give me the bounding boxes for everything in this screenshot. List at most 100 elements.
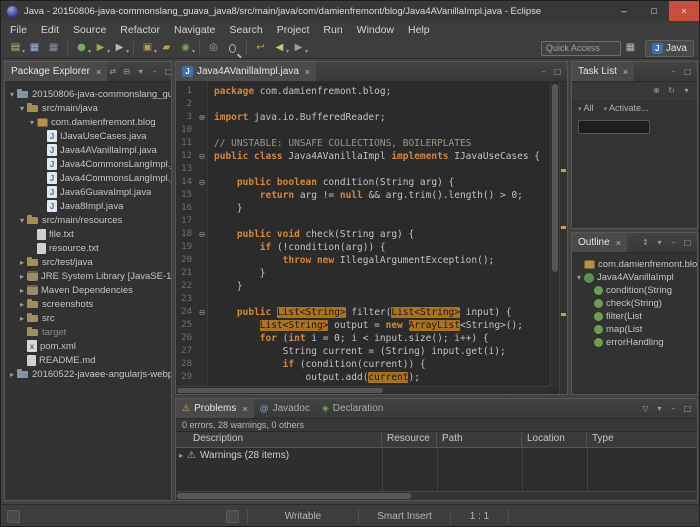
menu-source[interactable]: Source: [66, 22, 113, 38]
tree-item[interactable]: condition(String: [572, 284, 697, 297]
tree-item[interactable]: ▸src/test/java: [5, 255, 171, 269]
tree-item[interactable]: JJava4CommonsLangImpl.java: [5, 157, 171, 171]
expander-icon[interactable]: ▾: [7, 90, 17, 99]
column-header-path[interactable]: Path: [437, 432, 522, 447]
scrollbar-thumb[interactable]: [177, 493, 411, 499]
expander-icon[interactable]: ▸: [17, 272, 27, 281]
fold-marker-icon[interactable]: ⊖: [196, 150, 208, 163]
scrollbar-thumb[interactable]: [177, 388, 383, 393]
tree-item[interactable]: target: [5, 325, 171, 339]
tree-item[interactable]: ▾com.damienfremont.blog: [5, 115, 171, 129]
minimize-icon[interactable]: –: [538, 67, 549, 76]
menu-edit[interactable]: Edit: [34, 22, 66, 38]
expander-icon[interactable]: ▾: [17, 216, 27, 225]
toolbar-new-java-project-icon[interactable]: ▣▾: [139, 40, 156, 56]
column-divider[interactable]: [382, 448, 383, 491]
tasklist-link-activate[interactable]: Activate...: [603, 103, 648, 113]
column-header-type[interactable]: Type: [587, 432, 697, 447]
outline-tree[interactable]: com.damienfremont.blog▾Java4AVanillaImpl…: [572, 253, 697, 394]
fold-marker-icon[interactable]: ⊖: [196, 176, 208, 189]
column-divider[interactable]: [522, 448, 523, 491]
expander-icon[interactable]: ▾: [27, 118, 37, 127]
maximize-icon[interactable]: □: [682, 67, 693, 76]
toolbar-back-icon[interactable]: ◀▾: [271, 40, 288, 56]
tab-package-explorer[interactable]: Package Explorer ×: [5, 62, 107, 81]
toolbar-forward-icon[interactable]: ▶▾: [290, 40, 307, 56]
tree-item[interactable]: JIJavaUseCases.java: [5, 129, 171, 143]
tree-item[interactable]: JJava4CommonsLangImpl.java: [5, 171, 171, 185]
minimize-icon[interactable]: –: [149, 67, 160, 76]
menu-refactor[interactable]: Refactor: [113, 22, 167, 38]
tab-problems[interactable]: ⚠Problems×: [176, 399, 254, 418]
quick-access-input[interactable]: Quick Access: [541, 41, 621, 56]
minimize-icon[interactable]: –: [668, 67, 679, 76]
editor-horizontal-scrollbar[interactable]: [176, 386, 550, 394]
tree-item[interactable]: ▾src/main/resources: [5, 213, 171, 227]
scrollbar-thumb[interactable]: [552, 84, 558, 272]
column-divider[interactable]: [437, 448, 438, 491]
tab-declaration[interactable]: ◈Declaration: [316, 399, 390, 418]
open-perspective-button[interactable]: ▦: [622, 40, 639, 56]
menu-run[interactable]: Run: [316, 22, 349, 38]
close-icon[interactable]: ×: [623, 67, 628, 77]
code-lines[interactable]: 1package com.damienfremont.blog;23⊕impor…: [176, 82, 550, 386]
new-task-icon[interactable]: ⊕: [651, 86, 662, 95]
link-editor-icon[interactable]: ⇄: [107, 67, 118, 76]
close-icon[interactable]: ×: [96, 67, 101, 77]
package-explorer-tree[interactable]: ▾20150806-java-commonslang_guava_java8▾s…: [5, 82, 171, 500]
maximize-icon[interactable]: □: [682, 404, 693, 413]
tree-item[interactable]: check(String): [572, 297, 697, 310]
warning-mark[interactable]: [561, 313, 566, 316]
collapse-all-icon[interactable]: ⊟: [121, 67, 132, 76]
problems-horizontal-scrollbar[interactable]: [176, 491, 697, 500]
tree-item[interactable]: README.md: [5, 353, 171, 367]
java-perspective-button[interactable]: J Java: [645, 40, 694, 57]
fold-marker-icon[interactable]: ⊕: [196, 111, 208, 124]
fold-marker-icon[interactable]: ⊖: [196, 228, 208, 241]
menu-help[interactable]: Help: [401, 22, 437, 38]
expander-icon[interactable]: ▸: [17, 286, 27, 295]
toolbar-save-icon[interactable]: ▦: [26, 40, 43, 56]
tree-item[interactable]: file.txt: [5, 227, 171, 241]
warning-mark[interactable]: [561, 169, 566, 172]
menu-search[interactable]: Search: [222, 22, 269, 38]
tab-task-list[interactable]: Task List ×: [572, 62, 634, 81]
view-menu-icon[interactable]: ▾: [654, 238, 665, 247]
expander-icon[interactable]: ▸: [7, 370, 17, 379]
tab-outline[interactable]: Outline ×: [572, 233, 627, 252]
tab-java4avanillaimpl[interactable]: J Java4AVanillaImpl.java ×: [176, 62, 316, 81]
minimize-icon[interactable]: –: [668, 238, 679, 247]
tree-item[interactable]: xpom.xml: [5, 339, 171, 353]
toolbar-new-class-icon[interactable]: ◉▾: [177, 40, 194, 56]
sort-icon[interactable]: ↕: [640, 238, 651, 247]
toolbar-save-all-icon[interactable]: ▦: [45, 40, 62, 56]
view-menu-icon[interactable]: ▾: [654, 404, 665, 413]
tree-item[interactable]: resource.txt: [5, 241, 171, 255]
view-menu-icon[interactable]: ▾: [135, 67, 146, 76]
tree-item[interactable]: ▸20160522-javaee-angularjs-webpack: [5, 367, 171, 381]
warning-mark[interactable]: [561, 226, 566, 229]
toolbar-new-wizard-icon[interactable]: ▤▾: [7, 40, 24, 56]
view-menu-icon[interactable]: ▾: [681, 86, 692, 95]
fold-marker-icon[interactable]: ⊖: [196, 306, 208, 319]
toolbar-search-icon[interactable]: [224, 40, 241, 56]
task-search-input[interactable]: [578, 120, 650, 134]
tree-item[interactable]: ▸JRE System Library [JavaSE-1.8]: [5, 269, 171, 283]
toolbar-run-icon[interactable]: ▶▾: [92, 40, 109, 56]
tree-item[interactable]: ▾Java4AVanillaImpl: [572, 271, 697, 284]
tree-item[interactable]: filter(List: [572, 310, 697, 323]
tree-item[interactable]: map(List: [572, 323, 697, 336]
expander-icon[interactable]: ▾: [574, 273, 584, 282]
tree-item[interactable]: ▸Maven Dependencies: [5, 283, 171, 297]
menu-navigate[interactable]: Navigate: [167, 22, 222, 38]
toolbar-debug-icon[interactable]: ●▾: [73, 40, 90, 56]
refresh-icon[interactable]: ↻: [666, 86, 677, 95]
column-header-location[interactable]: Location: [522, 432, 587, 447]
tree-item[interactable]: ▾src/main/java: [5, 101, 171, 115]
expander-icon[interactable]: ▸: [17, 300, 27, 309]
toolbar-last-edit-location-icon[interactable]: ↩: [252, 40, 269, 56]
menu-project[interactable]: Project: [270, 22, 317, 38]
menu-window[interactable]: Window: [350, 22, 401, 38]
close-icon[interactable]: ×: [616, 238, 621, 248]
menu-file[interactable]: File: [3, 22, 34, 38]
